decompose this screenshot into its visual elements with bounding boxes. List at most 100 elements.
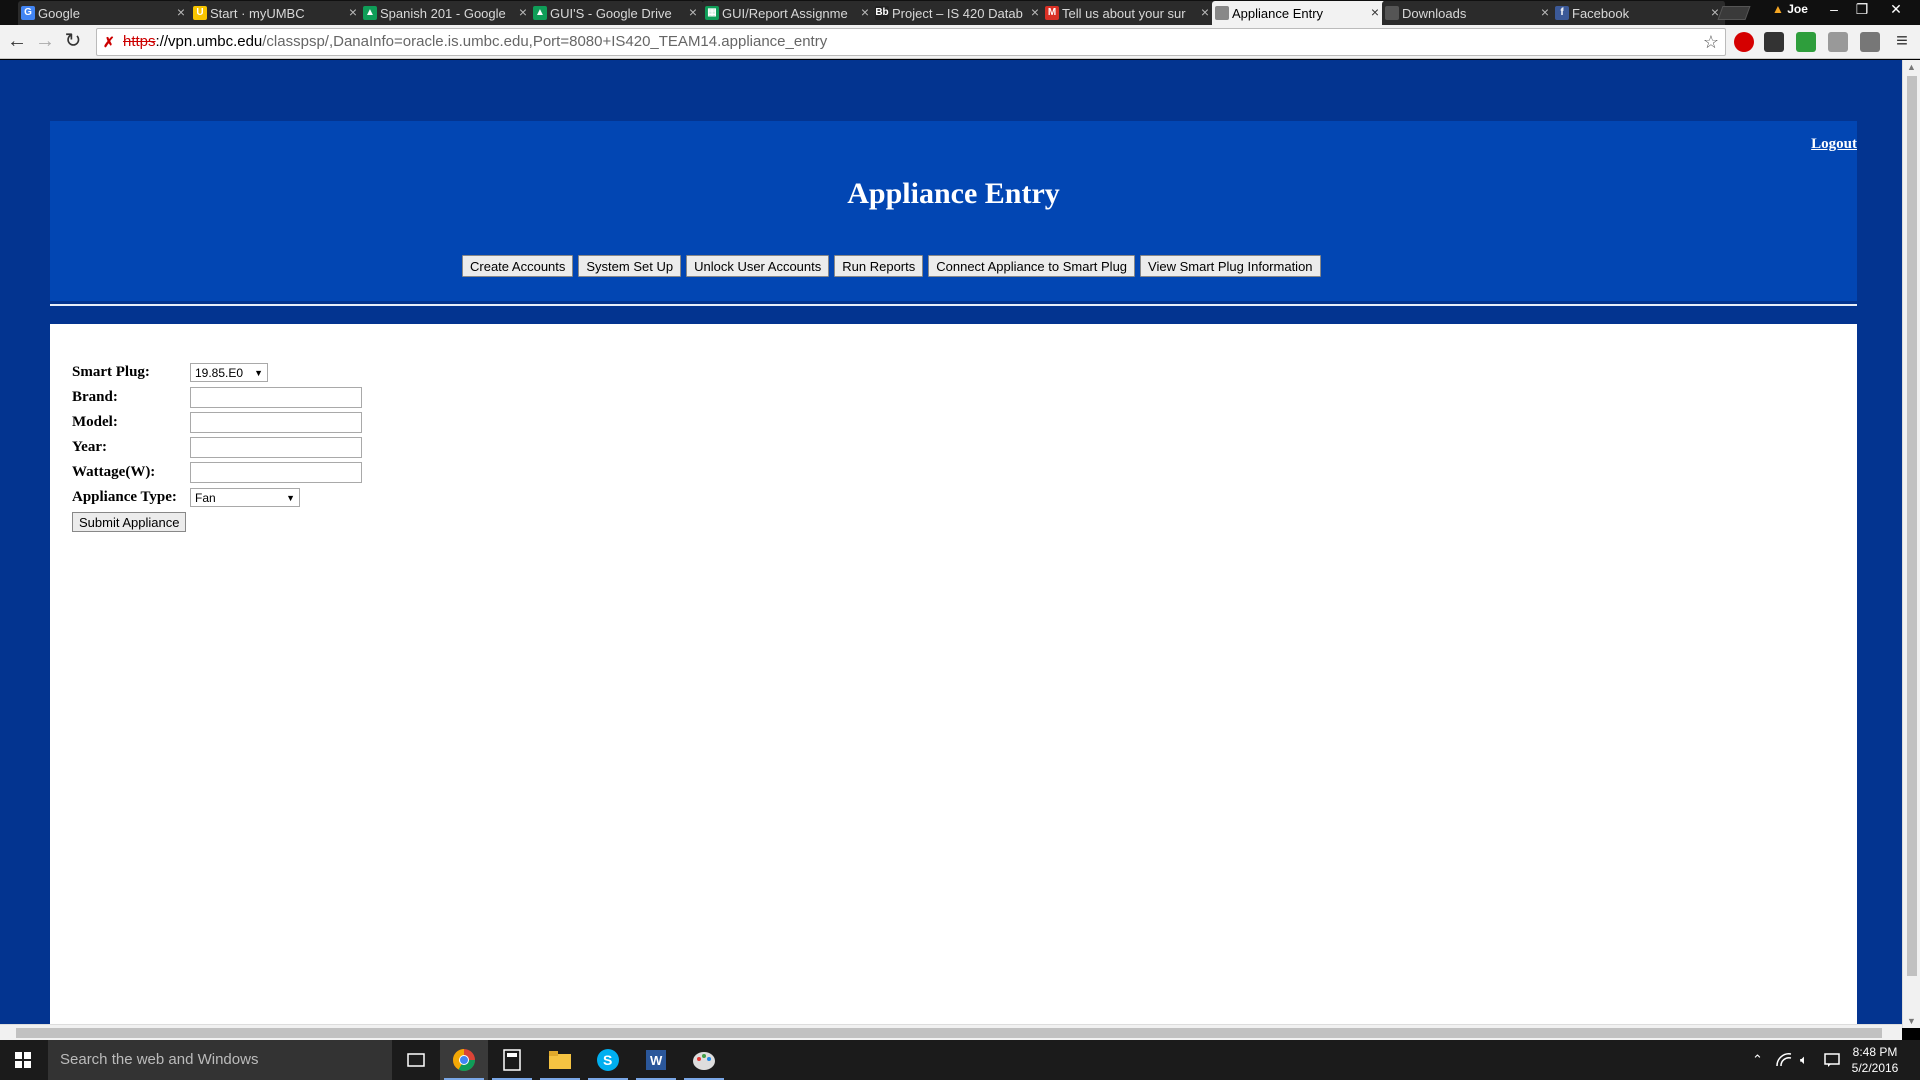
logout-link[interactable]: Logout <box>1811 136 1857 153</box>
unlock-user-accounts-button[interactable]: Unlock User Accounts <box>686 255 830 277</box>
tab-favicon-icon <box>1215 6 1229 20</box>
extension-icon[interactable] <box>1764 32 1784 52</box>
year-label: Year: <box>72 439 107 455</box>
scroll-down-arrow-icon[interactable]: ▼ <box>1907 1016 1916 1026</box>
appliance-type-selected-value: Fan <box>195 490 216 505</box>
start-button[interactable] <box>0 1040 48 1080</box>
forward-arrow-icon[interactable]: → <box>33 30 57 54</box>
tab-label: GUI'S - Google Drive <box>550 5 672 21</box>
file-explorer-icon[interactable] <box>536 1040 584 1080</box>
tab-close-icon[interactable]: × <box>519 4 527 20</box>
svg-text:S: S <box>603 1052 612 1068</box>
volume-icon[interactable]: 🔈︎ <box>1800 1040 1808 1080</box>
calculator-icon[interactable] <box>488 1040 536 1080</box>
chrome-icon[interactable] <box>440 1040 488 1080</box>
url-host: ://vpn.umbc.edu <box>155 33 263 50</box>
tab-label: Facebook <box>1572 5 1630 21</box>
tab-favicon-icon <box>1385 6 1399 20</box>
tab-label: Spanish 201 - Google <box>380 5 506 21</box>
tab-close-icon[interactable]: × <box>1031 4 1039 20</box>
appliance-form: Smart Plug: 19.85.E0 ▼ Brand: Model: Yea… <box>72 360 362 532</box>
system-clock[interactable]: 8:48 PM 5/2/2016 <box>1845 1044 1905 1076</box>
browser-tab[interactable]: Downloads × <box>1382 1 1556 25</box>
tab-close-icon[interactable]: × <box>177 4 185 20</box>
run-reports-button[interactable]: Run Reports <box>834 255 924 277</box>
browser-tab[interactable]: ▲ GUI'S - Google Drive × <box>530 1 704 25</box>
browser-tab[interactable]: U Start · myUMBC × <box>190 1 364 25</box>
wattage-field[interactable] <box>190 462 362 483</box>
network-icon[interactable] <box>1776 1040 1792 1080</box>
taskbar: Search the web and Windows S W ⌃ 🔈︎ 8:48… <box>0 1040 1920 1080</box>
tab-favicon-icon: ▲ <box>363 6 377 20</box>
browser-tab[interactable]: Bb Project – IS 420 Datab × <box>872 1 1046 25</box>
appliance-type-label: Appliance Type: <box>72 489 177 505</box>
horizontal-scroll-thumb[interactable] <box>16 1028 1882 1038</box>
address-bar[interactable]: ✗ https://vpn.umbc.edu/classpsp/,DanaInfo… <box>96 28 1726 56</box>
minimize-button[interactable]: – <box>1820 0 1848 20</box>
tab-favicon-icon: f <box>1555 6 1569 20</box>
opera-extension-icon[interactable] <box>1734 32 1754 52</box>
task-view-icon[interactable] <box>392 1040 440 1080</box>
tab-close-icon[interactable]: × <box>861 4 869 20</box>
svg-text:W: W <box>650 1053 663 1068</box>
appliance-type-select[interactable]: Fan ▼ <box>190 488 300 507</box>
browser-tab[interactable]: M Tell us about your sur × <box>1042 1 1216 25</box>
content-panel: Smart Plug: 19.85.E0 ▼ Brand: Model: Yea… <box>50 324 1857 1028</box>
taskbar-search-box[interactable]: Search the web and Windows <box>48 1040 392 1080</box>
browser-tab[interactable]: f Facebook × <box>1552 1 1726 25</box>
smart-plug-label: Smart Plug: <box>72 364 150 380</box>
reload-icon[interactable]: ↻ <box>61 30 85 54</box>
tab-close-icon[interactable]: × <box>1201 4 1209 20</box>
connect-appliance-button[interactable]: Connect Appliance to Smart Plug <box>928 255 1136 277</box>
submit-appliance-button[interactable]: Submit Appliance <box>72 512 187 532</box>
page-viewport: Logout Appliance Entry Create Accounts S… <box>0 60 1902 1028</box>
browser-tab[interactable]: G Google × <box>18 1 192 25</box>
word-icon[interactable]: W <box>632 1040 680 1080</box>
tab-label: Appliance Entry <box>1232 5 1324 21</box>
tab-close-icon[interactable]: × <box>1371 4 1379 20</box>
profile-button[interactable]: ▲ Joe <box>1772 2 1808 16</box>
show-hidden-icons-icon[interactable]: ⌃ <box>1752 1040 1763 1080</box>
scroll-up-arrow-icon[interactable]: ▲ <box>1907 62 1916 72</box>
browser-tab[interactable]: ▦ GUI/Report Assignme × <box>702 1 876 25</box>
browser-tab[interactable]: Appliance Entry × <box>1212 1 1386 25</box>
tab-favicon-icon: M <box>1045 6 1059 20</box>
header-divider <box>50 304 1857 306</box>
brand-field[interactable] <box>190 387 362 408</box>
menu-icon[interactable]: ≡ <box>1890 30 1914 54</box>
year-field[interactable] <box>190 437 362 458</box>
tab-close-icon[interactable]: × <box>349 4 357 20</box>
insecure-lock-icon: ✗ <box>103 34 115 50</box>
skype-icon[interactable]: S <box>584 1040 632 1080</box>
windows-logo-icon <box>15 1052 31 1068</box>
restore-button[interactable]: ❐ <box>1848 0 1876 20</box>
tab-close-icon[interactable]: × <box>689 4 697 20</box>
action-center-icon[interactable] <box>1824 1040 1840 1080</box>
extension-icon[interactable] <box>1860 32 1880 52</box>
chevron-down-icon: ▼ <box>286 492 295 503</box>
extension-icon[interactable] <box>1828 32 1848 52</box>
tab-close-icon[interactable]: × <box>1541 4 1549 20</box>
view-smart-plug-info-button[interactable]: View Smart Plug Information <box>1140 255 1321 277</box>
close-window-button[interactable]: ✕ <box>1876 0 1916 20</box>
tab-label: Downloads <box>1402 5 1467 21</box>
tab-label: Tell us about your sur <box>1062 5 1186 21</box>
system-set-up-button[interactable]: System Set Up <box>578 255 682 277</box>
model-label: Model: <box>72 414 118 430</box>
create-accounts-button[interactable]: Create Accounts <box>462 255 574 277</box>
model-field[interactable] <box>190 412 362 433</box>
paint-icon[interactable] <box>680 1040 728 1080</box>
back-arrow-icon[interactable]: ← <box>5 30 29 54</box>
page-title: Appliance Entry <box>847 177 1060 210</box>
vertical-scrollbar[interactable]: ▲ ▼ <box>1902 60 1920 1028</box>
horizontal-scrollbar[interactable] <box>0 1024 1902 1040</box>
bookmark-star-icon[interactable]: ☆ <box>1703 29 1719 55</box>
smart-plug-select[interactable]: 19.85.E0 ▼ <box>190 363 268 382</box>
vertical-scroll-thumb[interactable] <box>1907 76 1917 976</box>
browser-tab[interactable]: ▲ Spanish 201 - Google × <box>360 1 534 25</box>
tab-label: Project – IS 420 Datab <box>892 5 1023 21</box>
new-tab-button[interactable] <box>1717 6 1751 20</box>
profile-name: Joe <box>1787 2 1808 16</box>
extension-icon[interactable] <box>1796 32 1816 52</box>
nav-button-row: Create Accounts System Set Up Unlock Use… <box>462 255 1321 277</box>
